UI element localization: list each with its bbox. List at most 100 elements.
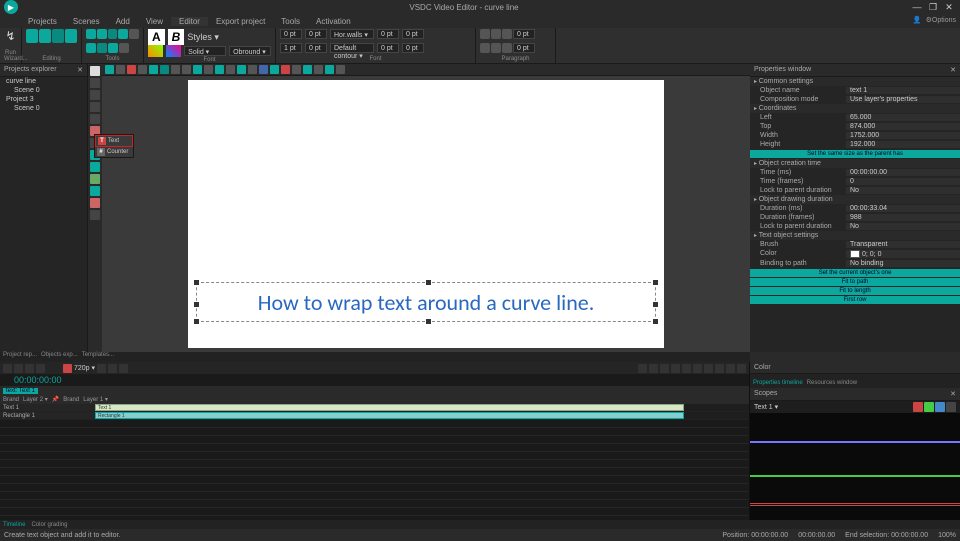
menu-tools[interactable]: Tools <box>273 17 308 26</box>
menu-view[interactable]: View <box>138 17 171 26</box>
val-left[interactable]: 65.000 <box>846 114 960 121</box>
tb-icon-5[interactable] <box>149 65 158 74</box>
tool-settings-icon[interactable] <box>90 210 100 220</box>
menu-export[interactable]: Export project <box>208 17 273 26</box>
menu-scenes[interactable]: Scenes <box>65 17 108 26</box>
val-color[interactable]: 0; 0; 0 <box>846 250 960 258</box>
tree-project-3[interactable]: Project 3 <box>0 95 87 104</box>
section-coords[interactable]: Coordinates <box>750 104 960 113</box>
tl-ctrl-1[interactable] <box>3 364 12 373</box>
val-compmode[interactable]: Use layer's properties <box>846 96 960 103</box>
tb-icon-11[interactable] <box>215 65 224 74</box>
tl-ctrl-3[interactable] <box>25 364 34 373</box>
scope-r-button[interactable] <box>913 402 923 412</box>
tool-anim-icon[interactable] <box>90 186 100 196</box>
tl-tool-4[interactable] <box>671 364 680 373</box>
tab-proptl[interactable]: Properties timeline <box>753 380 803 388</box>
scope-b-button[interactable] <box>935 402 945 412</box>
para-btn-3[interactable] <box>502 29 512 39</box>
tree-scene-0a[interactable]: Scene 0 <box>0 86 87 95</box>
solid-combo[interactable]: Solid ▾ <box>184 46 226 56</box>
maximize-button[interactable]: ❐ <box>926 1 940 13</box>
tb-icon-12[interactable] <box>226 65 235 74</box>
tb-icon-10[interactable] <box>204 65 213 74</box>
val-durms[interactable]: 00:00:33.04 <box>846 205 960 212</box>
pt-combo-7[interactable]: 0 pt <box>377 43 399 53</box>
tb-icon-7[interactable] <box>171 65 180 74</box>
btn-setsize[interactable]: Set the same size as the parent has <box>750 150 960 158</box>
styles-dropdown[interactable]: Styles ▾ <box>187 32 219 43</box>
account-icon[interactable]: 👤 <box>913 16 922 24</box>
tool-btn-5[interactable] <box>129 29 139 39</box>
menu-add[interactable]: Add <box>108 17 138 26</box>
col-layer1[interactable]: Layer 1 ▾ <box>83 396 108 403</box>
tb-icon-19[interactable] <box>303 65 312 74</box>
para-btn-4[interactable] <box>480 43 490 53</box>
tool-mask-icon[interactable] <box>90 162 100 172</box>
val-binding[interactable]: No binding <box>846 260 960 267</box>
tb-icon-6[interactable] <box>160 65 169 74</box>
tl-tool-6[interactable] <box>693 364 702 373</box>
scopes-close-icon[interactable]: ✕ <box>950 390 956 398</box>
tb-icon-20[interactable] <box>314 65 323 74</box>
menu-projects[interactable]: Projects <box>20 17 65 26</box>
ctx-item-counter[interactable]: # Counter <box>95 147 133 157</box>
tb-icon-8[interactable] <box>182 65 191 74</box>
btn-fit[interactable]: Fit to length <box>750 287 960 295</box>
tb-icon-2[interactable] <box>116 65 125 74</box>
menu-activation[interactable]: Activation <box>308 17 359 26</box>
btn-setparentobj[interactable]: Set the current object's one <box>750 269 960 277</box>
tl-tool-5[interactable] <box>682 364 691 373</box>
tool-btn-6[interactable] <box>86 43 96 53</box>
clip-text[interactable]: Text 1 <box>95 404 684 411</box>
section-tos[interactable]: Text object settings <box>750 231 960 240</box>
track-label-text[interactable]: Text 1 <box>0 404 95 411</box>
pt-combo-6[interactable]: 0 pt <box>305 43 327 53</box>
tl-tool-3[interactable] <box>660 364 669 373</box>
set-effect-button[interactable] <box>65 29 77 43</box>
tool-brush-icon[interactable] <box>90 114 100 124</box>
val-top[interactable]: 874.000 <box>846 123 960 130</box>
pt-combo-1[interactable]: 0 pt <box>280 29 302 39</box>
tl-tool-8[interactable] <box>715 364 724 373</box>
tab-templates[interactable]: Templates... <box>82 352 114 362</box>
tb-icon-21[interactable] <box>325 65 334 74</box>
add-object-button[interactable] <box>26 29 38 43</box>
tb-icon-15[interactable] <box>259 65 268 74</box>
tree-project-curveline[interactable]: curve line <box>0 77 87 86</box>
para-btn-6[interactable] <box>502 43 512 53</box>
bottom-tab-timeline[interactable]: Timeline <box>3 522 25 528</box>
obround-combo[interactable]: Obround ▾ <box>229 46 271 56</box>
tb-icon-22[interactable] <box>336 65 345 74</box>
bottom-tab-colorgrading[interactable]: Color grading <box>31 522 67 528</box>
tl-tool-2[interactable] <box>649 364 658 373</box>
close-button[interactable]: ✕ <box>942 1 956 13</box>
tab-objects-exp[interactable]: Objects exp... <box>41 352 78 362</box>
tl-tool-10[interactable] <box>737 364 746 373</box>
tl-zoom[interactable]: 720p ▾ <box>74 364 95 372</box>
btn-last[interactable]: First row <box>750 296 960 304</box>
audio-effects-button[interactable] <box>52 29 64 43</box>
tool-btn-8[interactable] <box>108 43 118 53</box>
tb-icon-13[interactable] <box>237 65 246 74</box>
val-timefr[interactable]: 0 <box>846 178 960 185</box>
status-zoom[interactable]: 100% <box>938 532 956 539</box>
val-lockp2[interactable]: No <box>846 223 960 230</box>
scopes-object[interactable]: Text 1 ▾ <box>754 403 778 411</box>
ctx-item-text[interactable]: T Text <box>95 135 133 147</box>
tb-icon-3[interactable] <box>127 65 136 74</box>
tl-tool-1[interactable] <box>638 364 647 373</box>
tb-icon-16[interactable] <box>270 65 279 74</box>
para-pt-1[interactable]: 0 pt <box>513 29 535 39</box>
pt-combo-3[interactable]: 0 pt <box>377 29 399 39</box>
tl-prev-button[interactable] <box>97 364 106 373</box>
tb-icon-9[interactable] <box>193 65 202 74</box>
tool-line-icon[interactable] <box>90 90 100 100</box>
tl-play-button[interactable] <box>108 364 117 373</box>
para-btn-1[interactable] <box>480 29 490 39</box>
tool-chart-icon[interactable] <box>90 198 100 208</box>
outline-color-button[interactable] <box>148 45 163 57</box>
tree-scene-0b[interactable]: Scene 0 <box>0 104 87 113</box>
defcont-combo[interactable]: Default contour ▾ <box>330 43 374 53</box>
projects-explorer-close-icon[interactable]: ✕ <box>77 66 83 74</box>
